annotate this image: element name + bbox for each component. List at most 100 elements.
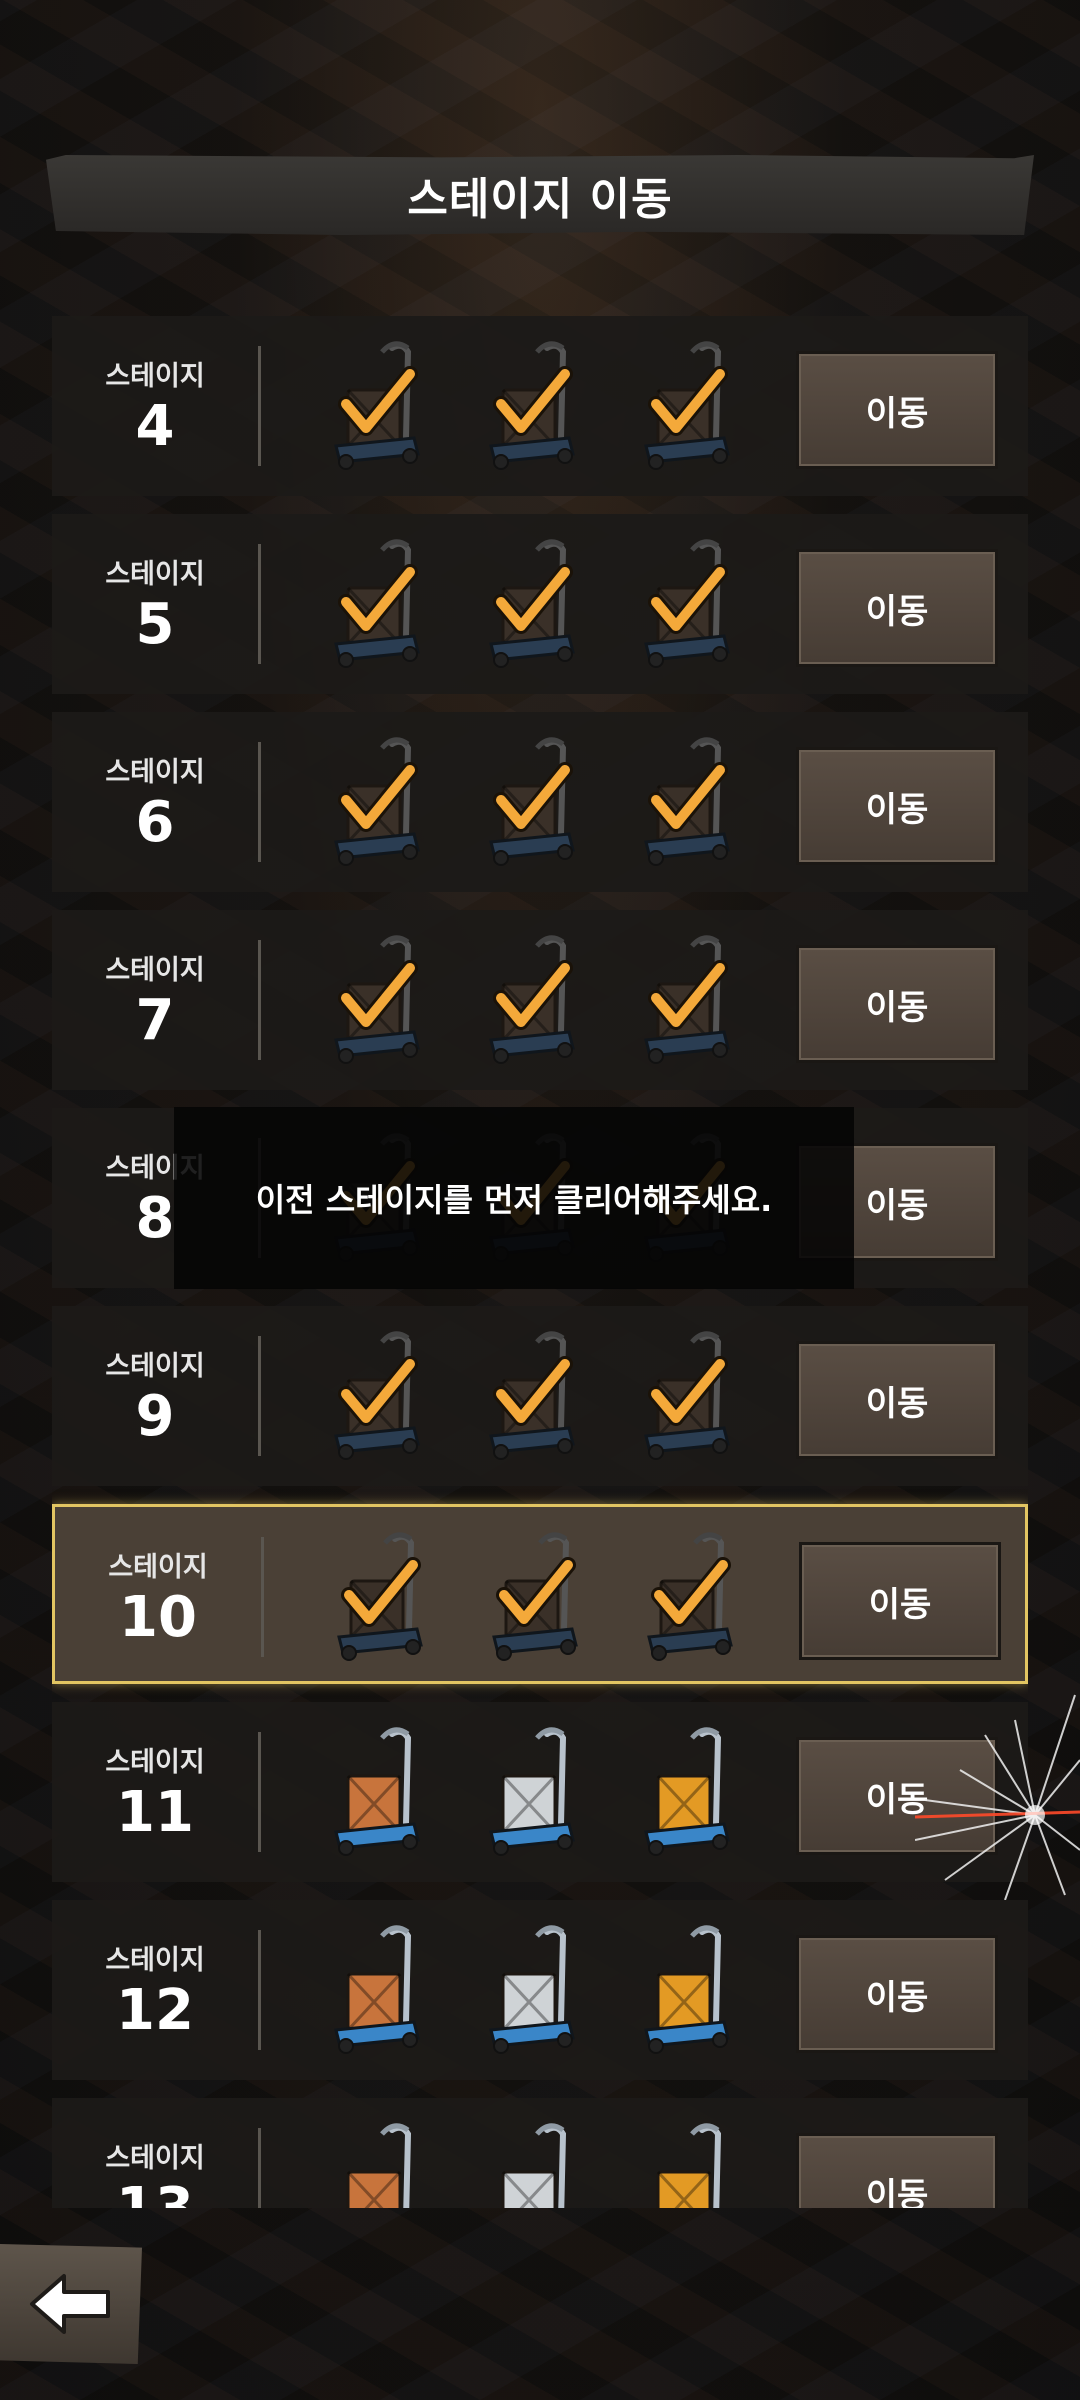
stage-row: 스테이지 5 이동 [52,514,1028,694]
stage-number: 5 [135,592,175,657]
stage-number: 11 [116,1780,194,1845]
stage-number: 4 [135,394,175,459]
divider [258,742,261,862]
reward-slot [322,932,432,1068]
stage-label: 스테이지 [105,2143,205,2174]
cart-brown-crate-cleared-icon [337,1532,423,1661]
reward-slot [322,2120,432,2208]
cart-gold-crate-cleared-icon [644,1331,730,1460]
cart-gold-crate-cleared-icon [644,539,730,668]
reward-slot [632,338,742,474]
stage-row: 스테이지13 이동 [52,2098,1028,2208]
divider [258,2128,261,2208]
stage-number: 13 [52,2176,258,2208]
cart-gold-crate-cleared-icon [647,1532,733,1661]
reward-slot [632,932,742,1068]
move-button[interactable]: 이동 [796,945,998,1063]
cart-gold-crate-icon [656,2123,722,2208]
divider [258,1930,261,2050]
stage-label: 스테이지 [105,559,205,590]
move-button[interactable]: 이동 [796,1935,998,2053]
stage-number: 10 [119,1585,197,1650]
reward-slot [477,1328,587,1464]
reward-slot [480,1529,590,1665]
stage-label: 스테이지 [105,1351,205,1382]
cart-silver-crate-icon [489,1925,575,2054]
cart-silver-crate-cleared-icon [489,539,575,668]
reward-slot [632,1328,742,1464]
reward-slot [322,1328,432,1464]
cart-silver-crate-cleared-icon [489,737,575,866]
reward-slot [477,1922,587,2058]
divider [258,1336,261,1456]
stage-number: 6 [135,790,175,855]
back-button[interactable] [0,2244,142,2364]
reward-slot [477,734,587,870]
stage-label: 스테이지 [105,1945,205,1976]
cart-brown-crate-cleared-icon [334,341,420,470]
cart-gold-crate-cleared-icon [644,737,730,866]
divider [258,1732,261,1852]
move-button[interactable]: 이동 [796,2133,998,2208]
stage-row: 스테이지 6 이동 [52,712,1028,892]
toast-text: 이전 스테이지를 먼저 클리어해주세요. [255,1181,773,1219]
cart-silver-crate-cleared-icon [489,935,575,1064]
stage-label: 스테이지 [105,955,205,986]
divider [258,940,261,1060]
reward-slot [322,536,432,672]
stage-label: 스테이지 [105,1747,205,1778]
reward-slot [322,338,432,474]
reward-slot [632,2120,742,2208]
stage-row: 스테이지 12 이동 [52,1900,1028,2080]
reward-slot [635,1529,745,1665]
stage-row: 스테이지 11 이동 [52,1702,1028,1882]
reward-slot [322,734,432,870]
divider [258,346,261,466]
stage-row-current: 스테이지 10 이동 [52,1504,1028,1684]
stage-number: 12 [116,1978,194,2043]
stage-number: 7 [135,988,175,1053]
cart-silver-crate-cleared-icon [489,1331,575,1460]
move-button[interactable]: 이동 [796,351,998,469]
cart-silver-crate-cleared-icon [489,341,575,470]
move-button[interactable]: 이동 [796,549,998,667]
divider [258,544,261,664]
move-button[interactable]: 이동 [796,1341,998,1459]
cart-brown-crate-icon [334,1727,420,1856]
cart-silver-crate-cleared-icon [492,1532,578,1661]
screen-crack-effect [915,1694,1080,1900]
reward-slot [477,932,587,1068]
reward-slot [632,1724,742,1860]
divider [261,1537,264,1657]
cart-brown-crate-cleared-icon [334,539,420,668]
stage-number: 9 [135,1384,175,1449]
back-arrow-icon [30,2274,110,2334]
cart-gold-crate-icon [644,1925,730,2054]
reward-slot [322,1922,432,2058]
page-title: 스테이지 이동 [407,174,673,225]
cart-brown-crate-cleared-icon [334,935,420,1064]
reward-slot [477,1724,587,1860]
reward-slot [325,1529,435,1665]
reward-slot [632,1922,742,2058]
cart-gold-crate-icon [644,1727,730,1856]
move-button[interactable]: 이동 [796,747,998,865]
reward-slot [632,734,742,870]
toast-message: 이전 스테이지를 먼저 클리어해주세요. [174,1107,854,1289]
cart-brown-crate-icon [346,2123,412,2208]
move-button[interactable]: 이동 [799,1542,1001,1660]
reward-slot [477,536,587,672]
stage-row: 스테이지 7 이동 [52,910,1028,1090]
stage-row: 스테이지 4 이동 [52,316,1028,496]
cart-silver-crate-icon [501,2123,567,2208]
reward-slot [477,2120,587,2208]
stage-row: 스테이지 9 이동 [52,1306,1028,1486]
cart-brown-crate-cleared-icon [334,1331,420,1460]
cart-gold-crate-cleared-icon [644,341,730,470]
title-banner: 스테이지 이동 [46,155,1034,235]
stage-label: 스테이지 [105,757,205,788]
stage-label: 스테이지 [105,361,205,392]
reward-slot [322,1724,432,1860]
reward-slot [632,536,742,672]
stage-label: 스테이지 [108,1552,208,1583]
